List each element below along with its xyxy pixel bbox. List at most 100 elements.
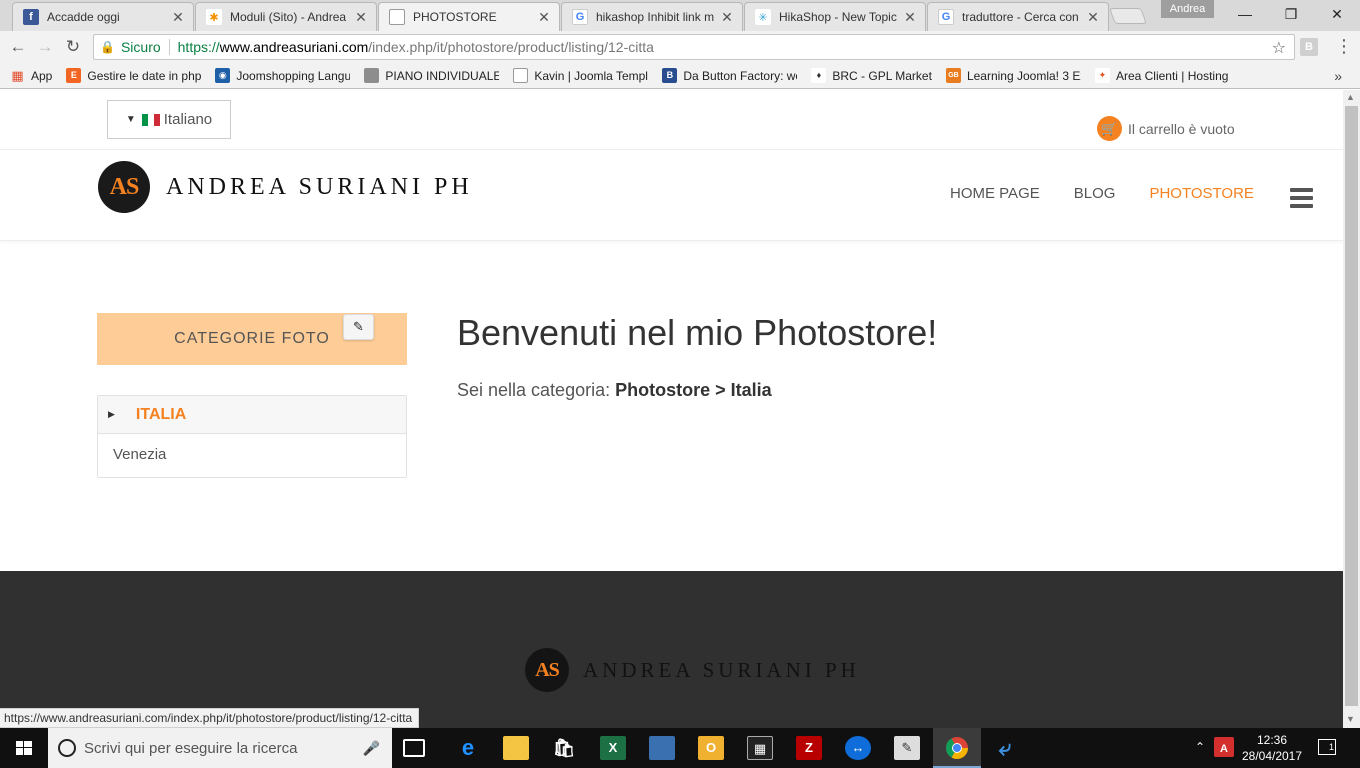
language-dropdown[interactable]: ▼ Italiano (107, 100, 231, 139)
cart-status: Il carrello è vuoto (1128, 120, 1235, 137)
close-icon[interactable]: ✕ (171, 9, 185, 26)
hamburger-menu-icon[interactable] (1290, 188, 1313, 212)
gpl-market-icon: ♦ (811, 68, 827, 83)
breadcrumb-path[interactable]: Photostore > Italia (615, 380, 772, 400)
tab-label: hikashop Inhibit link m (596, 10, 715, 24)
url-path: /index.php/it/photostore/product/listing… (368, 39, 654, 55)
page-title: Benvenuti nel mio Photostore! (457, 312, 938, 353)
reload-icon[interactable]: ↻ (62, 36, 84, 58)
tab-label: traduttore - Cerca con (962, 10, 1079, 24)
microphone-icon[interactable]: 🎤 (363, 740, 380, 757)
close-window-icon[interactable]: ✕ (1314, 0, 1360, 28)
scroll-up-icon[interactable]: ▲ (1346, 92, 1355, 102)
task-view-icon[interactable] (403, 739, 425, 757)
bookmark-item[interactable]: E Gestire le date in php (66, 68, 201, 83)
folder-icon (364, 68, 380, 83)
taskbar-search[interactable]: Scrivi qui per eseguire la ricerca 🎤 (48, 728, 392, 768)
bookmark-item[interactable]: ◉ Joomshopping Langu (215, 68, 350, 83)
edit-icon[interactable]: ✎ (343, 314, 374, 340)
file-explorer-icon[interactable] (503, 736, 529, 760)
filezilla-icon[interactable]: Z (796, 736, 822, 760)
bookmark-orange-icon: E (66, 68, 82, 83)
teamviewer-icon[interactable]: ↔ (845, 736, 871, 760)
minimize-icon[interactable]: — (1222, 0, 1268, 28)
bookmark-item[interactable]: PIANO INDIVIDUALE (364, 68, 499, 83)
breadcrumb-prefix: Sei nella categoria: (457, 380, 611, 400)
acrobat-tray-icon[interactable]: A (1214, 737, 1234, 757)
new-tab-button[interactable] (1109, 8, 1147, 24)
chevron-up-icon[interactable]: ⌃ (1195, 740, 1205, 754)
windows-start-icon[interactable] (0, 728, 48, 768)
close-icon[interactable]: ✕ (903, 9, 917, 26)
scroll-down-icon[interactable]: ▼ (1346, 714, 1355, 724)
chrome-taskbar-button[interactable] (933, 728, 981, 768)
windows-taskbar: Scrivi qui per eseguire la ricerca 🎤 e 🛍… (0, 728, 1360, 768)
bookmark-item[interactable]: B Da Button Factory: we (662, 68, 797, 83)
edge-icon[interactable]: e (455, 736, 481, 760)
restore-icon[interactable]: ❐ (1268, 0, 1314, 28)
outlook-icon[interactable]: O (698, 736, 724, 760)
joomshopping-icon: ◉ (215, 68, 231, 83)
close-icon[interactable]: ✕ (537, 9, 551, 26)
bookmark-label: PIANO INDIVIDUALE (385, 68, 500, 83)
footer-logo[interactable]: AS ANDREA SURIANI PH (525, 648, 860, 692)
address-bar[interactable]: 🔒 Sicuro https://www.andreasuriani.com/i… (93, 34, 1295, 60)
tab-label: HikaShop - New Topic (779, 10, 897, 24)
network-app-icon[interactable] (649, 736, 675, 760)
site-footer: AS ANDREA SURIANI PH (0, 571, 1343, 728)
bookmark-item[interactable]: GB Learning Joomla! 3 Ex (945, 68, 1081, 83)
bookmarks-overflow-icon[interactable]: » (1334, 68, 1342, 84)
bookmark-label: Kavin | Joomla Templa (534, 68, 649, 83)
back-arrow-icon[interactable]: ← (7, 36, 29, 58)
taskbar-clock[interactable]: 12:36 28/04/2017 (1240, 732, 1304, 764)
google-icon: G (572, 9, 588, 25)
divider (168, 39, 170, 55)
logo-text: ANDREA SURIANI PH (166, 173, 473, 200)
language-label: Italiano (163, 111, 213, 128)
profile-button[interactable]: Andrea (1161, 0, 1214, 18)
browser-tab[interactable]: G traduttore - Cerca con ✕ (927, 2, 1109, 31)
browser-tab-active[interactable]: PHOTOSTORE ✕ (378, 2, 560, 31)
store-icon[interactable]: 🛍 (551, 736, 577, 760)
bookmark-apps[interactable]: ▦ App (10, 68, 52, 83)
bookmark-label: Gestire le date in php (87, 68, 202, 83)
site-logo[interactable]: AS ANDREA SURIANI PH (98, 161, 473, 213)
bookmark-item[interactable]: ✦ Area Clienti | Hosting (1094, 68, 1228, 83)
browser-tab[interactable]: ✳ HikaShop - New Topic ✕ (744, 2, 926, 31)
bookmark-label: Joomshopping Langu (236, 68, 351, 83)
google-icon: G (938, 9, 954, 25)
joomla-icon: ✱ (206, 9, 222, 25)
page-scrollbar[interactable]: ▲ ▼ (1343, 90, 1360, 728)
browser-tab[interactable]: f Accadde oggi ✕ (12, 2, 194, 31)
caret-right-icon: ▶ (108, 409, 115, 419)
nav-item-photostore[interactable]: PHOTOSTORE (1149, 185, 1253, 202)
browser-tab[interactable]: ✱ Moduli (Sito) - Andrea ✕ (195, 2, 377, 31)
close-icon[interactable]: ✕ (720, 9, 734, 26)
close-icon[interactable]: ✕ (1086, 9, 1100, 26)
bookmark-item[interactable]: ♦ BRC - GPL Market (811, 68, 932, 83)
site-header: AS ANDREA SURIANI PH HOME PAGE BLOG PHOT… (0, 149, 1343, 241)
secure-label: Sicuro (120, 39, 161, 55)
bookmarks-bar: ▦ App E Gestire le date in php ◉ Joomsho… (0, 63, 1360, 89)
category-parent[interactable]: ▶ ITALIA (98, 396, 406, 434)
close-icon[interactable]: ✕ (354, 9, 368, 26)
scrollbar-thumb[interactable] (1345, 106, 1358, 706)
excel-icon[interactable]: X (600, 736, 626, 760)
calculator-icon[interactable]: ▦ (747, 736, 773, 760)
forward-arrow-icon[interactable]: → (34, 36, 56, 58)
notepad-icon[interactable]: ✎ (894, 736, 920, 760)
bookmark-label: Learning Joomla! 3 Ex (966, 68, 1081, 83)
nav-item-home[interactable]: HOME PAGE (950, 185, 1040, 202)
category-child-link[interactable]: Venezia (98, 434, 406, 463)
nav-item-blog[interactable]: BLOG (1074, 185, 1116, 202)
browser-tab[interactable]: G hikashop Inhibit link m ✕ (561, 2, 743, 31)
notification-center-icon[interactable]: 1 (1318, 739, 1336, 755)
facebook-icon: f (23, 9, 39, 25)
extension-icon[interactable]: B (1300, 38, 1318, 56)
tab-label: Moduli (Sito) - Andrea (230, 10, 347, 24)
bookmark-item[interactable]: Kavin | Joomla Templa (513, 68, 648, 83)
cart-widget[interactable]: 🛒 Il carrello è vuoto (1097, 116, 1235, 141)
star-icon[interactable]: ☆ (1272, 38, 1286, 58)
app-arrow-icon[interactable]: ⤶ (992, 736, 1018, 760)
kebab-menu-icon[interactable]: ⋮ (1335, 36, 1353, 57)
